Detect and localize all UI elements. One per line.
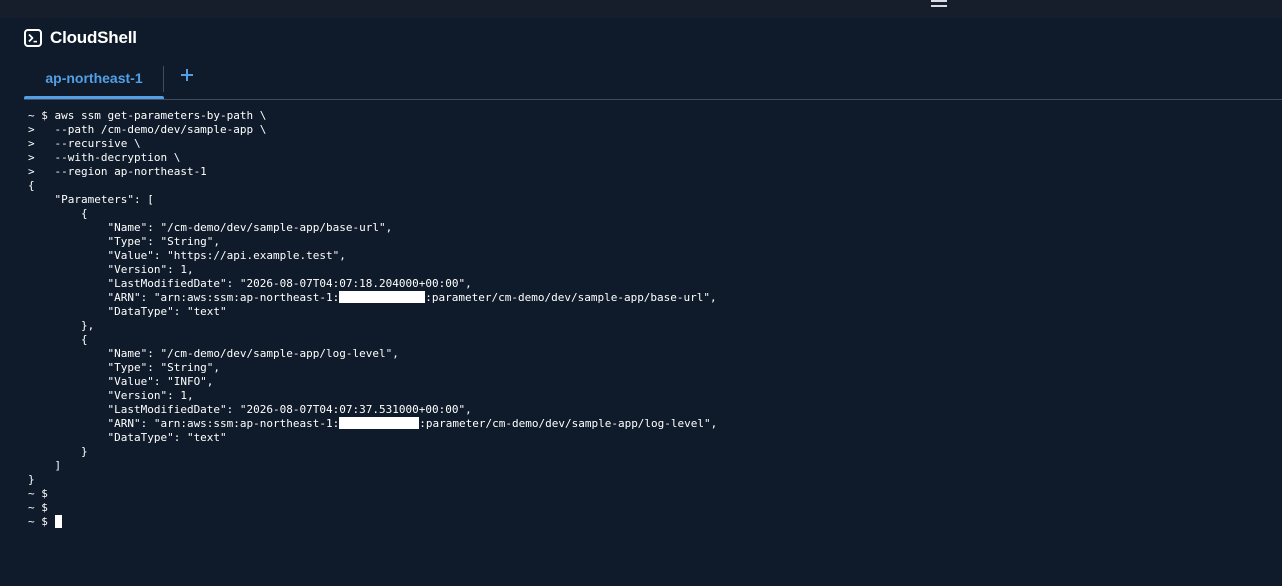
- terminal-line: }: [28, 445, 1268, 459]
- terminal-text: "Version": 1,: [28, 389, 194, 402]
- terminal-text: ~ $: [28, 515, 55, 528]
- terminal-output[interactable]: ~ $ aws ssm get-parameters-by-path \ > --…: [28, 109, 1268, 579]
- terminal-line: "DataType": "text": [28, 305, 1268, 319]
- terminal-text: {: [28, 333, 88, 346]
- top-navigation-bar: [0, 0, 1282, 18]
- terminal-line: > --path /cm-demo/dev/sample-app \: [28, 123, 1268, 137]
- page-title: CloudShell: [50, 28, 137, 47]
- terminal-text: ]: [28, 459, 62, 472]
- hamburger-menu-icon[interactable]: [930, 0, 948, 11]
- terminal-text: }: [28, 473, 35, 486]
- terminal-text: {: [28, 207, 88, 220]
- terminal-line: "Value": "INFO",: [28, 375, 1268, 389]
- terminal-text: "LastModifiedDate": "2026-08-07T04:07:37…: [28, 403, 472, 416]
- terminal-line: > --region ap-northeast-1: [28, 165, 1268, 179]
- redacted-account-id: [339, 417, 420, 429]
- terminal-line: "Type": "String",: [28, 235, 1268, 249]
- terminal-line: ~ $ aws ssm get-parameters-by-path \: [28, 109, 1268, 123]
- terminal-tab-bar: ap-northeast-1: [0, 56, 1282, 100]
- terminal-text: ~ $: [28, 487, 48, 500]
- terminal-text: ~ $ aws ssm get-parameters-by-path \: [28, 109, 267, 122]
- terminal-line: "Type": "String",: [28, 361, 1268, 375]
- terminal-line: "LastModifiedDate": "2026-08-07T04:07:37…: [28, 403, 1268, 417]
- terminal-text: "DataType": "text": [28, 305, 227, 318]
- terminal-text: "DataType": "text": [28, 431, 227, 444]
- terminal-text: "ARN": "arn:aws:ssm:ap-northeast-1:: [28, 417, 340, 430]
- terminal-text: :parameter/cm-demo/dev/sample-app/log-le…: [419, 417, 718, 430]
- terminal-text: > --recursive \: [28, 137, 141, 150]
- terminal-line: ~ $: [28, 515, 1268, 529]
- terminal-line: {: [28, 207, 1268, 221]
- terminal-line: "Parameters": [: [28, 193, 1268, 207]
- terminal-line: {: [28, 333, 1268, 347]
- terminal-text: > --path /cm-demo/dev/sample-app \: [28, 123, 267, 136]
- terminal-line: "Value": "https://api.example.test",: [28, 249, 1268, 263]
- terminal-line: {: [28, 179, 1268, 193]
- terminal-text: {: [28, 179, 35, 192]
- plus-icon[interactable]: [177, 65, 197, 85]
- terminal-text: > --region ap-northeast-1: [28, 165, 207, 178]
- terminal-text: ~ $: [28, 501, 48, 514]
- cloudshell-header: CloudShell: [24, 27, 137, 49]
- terminal-line: }: [28, 473, 1268, 487]
- terminal-line: > --recursive \: [28, 137, 1268, 151]
- terminal-text: > --with-decryption \: [28, 151, 181, 164]
- terminal-line: "DataType": "text": [28, 431, 1268, 445]
- terminal-line: },: [28, 319, 1268, 333]
- terminal-line: ]: [28, 459, 1268, 473]
- terminal-text: "Value": "https://api.example.test",: [28, 249, 346, 262]
- terminal-prompt-icon: [24, 29, 42, 47]
- terminal-text: "ARN": "arn:aws:ssm:ap-northeast-1:: [28, 291, 340, 304]
- terminal-text: "Parameters": [: [28, 193, 154, 206]
- terminal-line: ~ $: [28, 501, 1268, 515]
- terminal-line: "LastModifiedDate": "2026-08-07T04:07:18…: [28, 277, 1268, 291]
- tab-label: ap-northeast-1: [45, 70, 143, 86]
- terminal-text: "LastModifiedDate": "2026-08-07T04:07:18…: [28, 277, 472, 290]
- tab-bar-divider: [24, 99, 1282, 100]
- terminal-line: "Version": 1,: [28, 389, 1268, 403]
- terminal-line: > --with-decryption \: [28, 151, 1268, 165]
- terminal-line: ~ $: [28, 487, 1268, 501]
- tab-divider: [163, 66, 164, 92]
- terminal-cursor: [54, 515, 62, 528]
- terminal-text: "Type": "String",: [28, 361, 221, 374]
- terminal-line: "Name": "/cm-demo/dev/sample-app/log-lev…: [28, 347, 1268, 361]
- terminal-text: }: [28, 445, 88, 458]
- terminal-text: },: [28, 319, 95, 332]
- terminal-text: "Version": 1,: [28, 263, 194, 276]
- terminal-text: "Value": "INFO",: [28, 375, 214, 388]
- terminal-line: "ARN": "arn:aws:ssm:ap-northeast-1: :para…: [28, 291, 1268, 305]
- tab-ap-northeast-1[interactable]: ap-northeast-1: [24, 64, 164, 100]
- terminal-text: "Name": "/cm-demo/dev/sample-app/base-ur…: [28, 221, 393, 234]
- terminal-line: "ARN": "arn:aws:ssm:ap-northeast-1: :para…: [28, 417, 1268, 431]
- redacted-account-id: [339, 291, 426, 303]
- terminal-text: "Name": "/cm-demo/dev/sample-app/log-lev…: [28, 347, 399, 360]
- terminal-line: "Version": 1,: [28, 263, 1268, 277]
- terminal-text: :parameter/cm-demo/dev/sample-app/base-u…: [425, 291, 717, 304]
- terminal-line: "Name": "/cm-demo/dev/sample-app/base-ur…: [28, 221, 1268, 235]
- terminal-text: "Type": "String",: [28, 235, 221, 248]
